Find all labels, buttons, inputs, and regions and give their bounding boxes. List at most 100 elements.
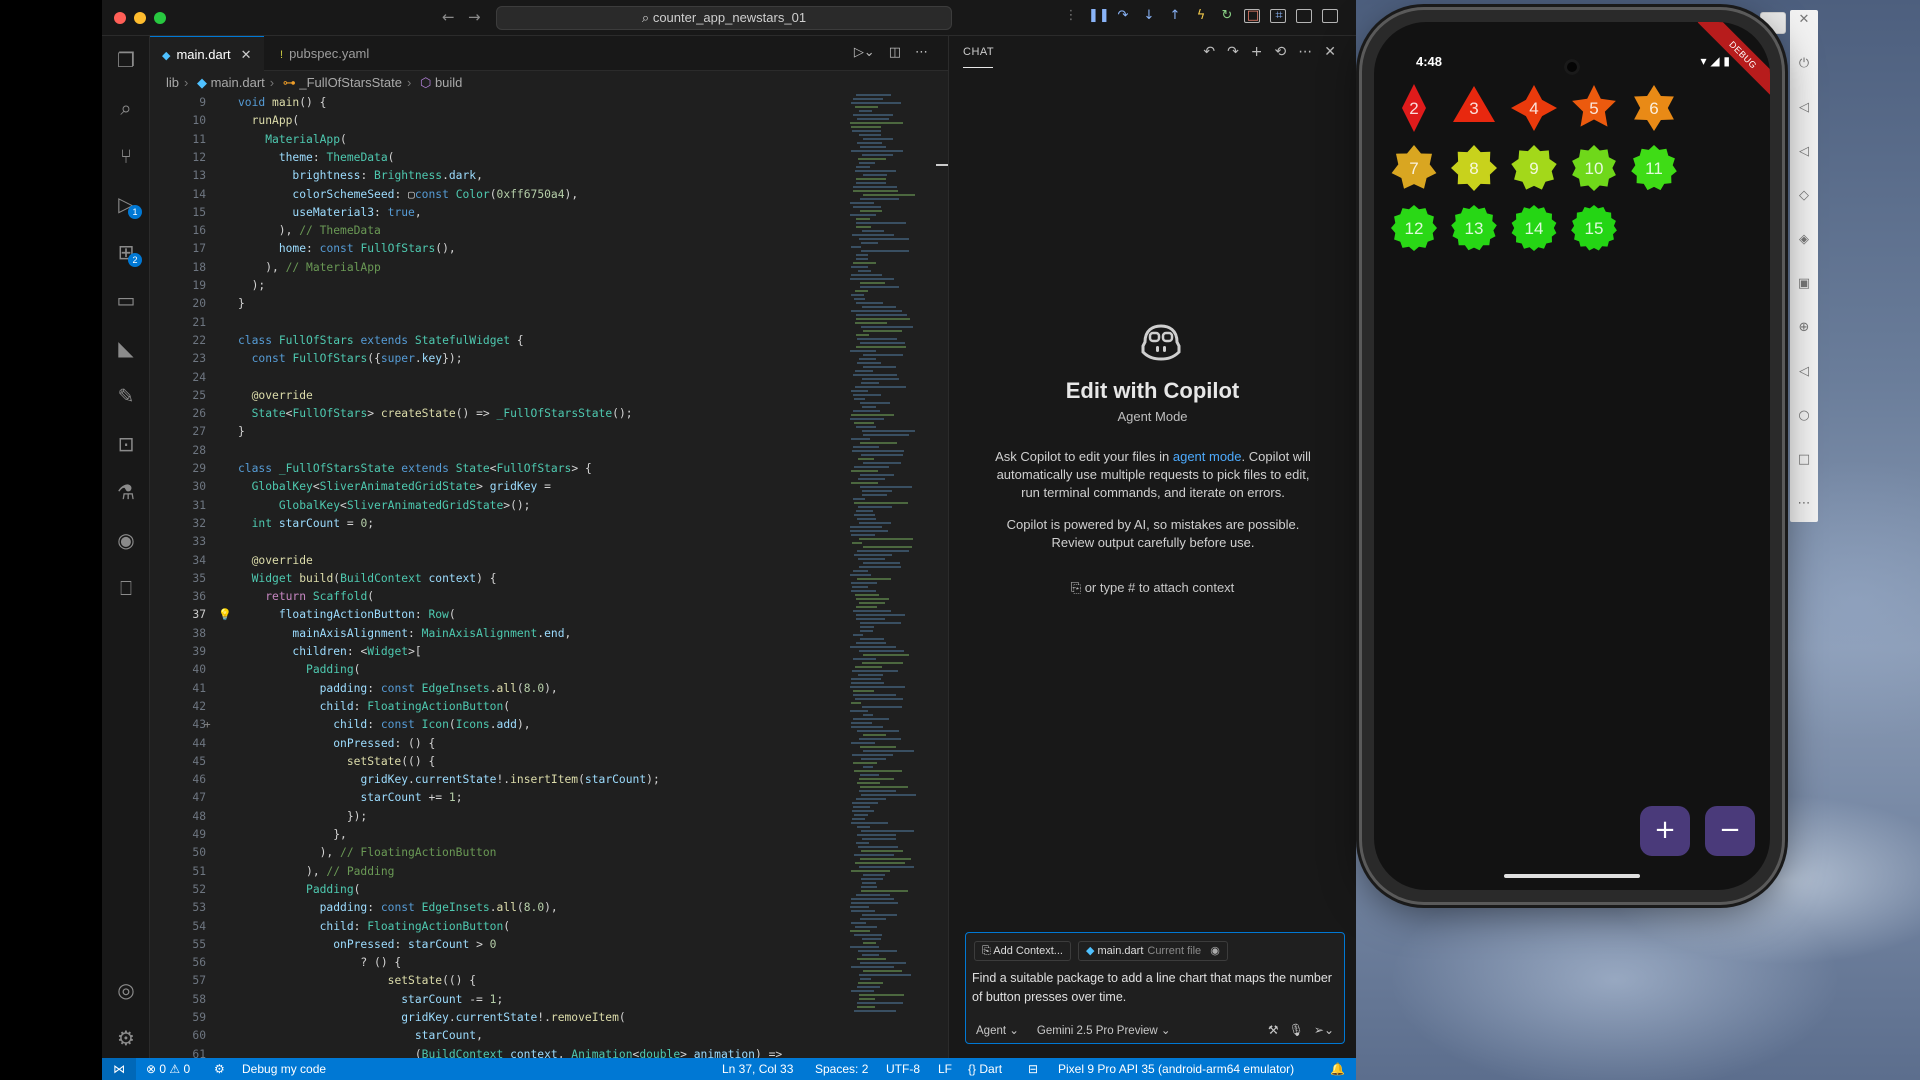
more-icon[interactable]: ⋯ <box>1298 44 1312 60</box>
code-line[interactable]: 29 class _FullOfStarsState extends State<… <box>150 460 850 478</box>
debug-icon[interactable]: ⚙ <box>214 1058 225 1080</box>
zoom-icon[interactable]: ⊕ <box>1796 320 1812 336</box>
new-chat-icon[interactable]: + <box>1251 44 1263 60</box>
code-line[interactable]: 23 const FullOfStars({super.key}); <box>150 350 850 368</box>
code-line[interactable]: 18 ), // MaterialApp <box>150 259 850 277</box>
home-icon[interactable]: ○ <box>1796 408 1812 424</box>
code-editor[interactable]: 9 void main() {10 runApp(11 MaterialApp(1… <box>150 94 850 1058</box>
run-debug-icon[interactable]: ▷ 1 <box>114 192 142 219</box>
source-control-icon[interactable]: ⑂ <box>114 144 138 168</box>
remote-icon[interactable]: ⋈ <box>102 1058 136 1080</box>
toggle-panel-icon[interactable] <box>1296 9 1312 23</box>
extensions-icon[interactable]: ⊞ 2 <box>114 240 142 267</box>
notifications-bell-icon[interactable]: 🔔 <box>1330 1058 1345 1080</box>
code-line[interactable]: 58 starCount -= 1; <box>150 991 850 1009</box>
command-center-search[interactable]: ⌕ counter_app_newstars_01 <box>496 6 952 30</box>
breadcrumb-class[interactable]: _FullOfStarsState <box>299 75 402 90</box>
device-selector[interactable]: Pixel 9 Pro API 35 (android-arm64 emulat… <box>1058 1058 1294 1080</box>
step-out-icon[interactable]: ↑ <box>1166 6 1184 26</box>
code-line[interactable]: 17 home: const FullOfStars(), <box>150 240 850 258</box>
breadcrumb-method[interactable]: build <box>435 75 462 90</box>
settings-gear-icon[interactable]: ⚙ <box>114 1026 138 1050</box>
code-line[interactable]: 39 children: <Widget>[ <box>150 643 850 661</box>
debug-status[interactable]: Debug my code <box>242 1058 326 1080</box>
edit-icon[interactable]: ✎ <box>114 384 138 408</box>
close-icon[interactable]: ✕ <box>241 47 252 62</box>
search-icon[interactable]: ⌕ <box>114 96 138 120</box>
code-line[interactable]: 60 starCount, <box>150 1027 850 1045</box>
explorer-icon[interactable]: ❐ <box>114 48 138 72</box>
code-line[interactable]: 9 void main() { <box>150 94 850 112</box>
code-line[interactable]: 55 onPressed: starCount > 0 <box>150 936 850 954</box>
code-line[interactable]: 49 }, <box>150 826 850 844</box>
agent-mode-link[interactable]: agent mode <box>1173 449 1242 464</box>
redo-icon[interactable]: ↷ <box>1227 44 1239 60</box>
code-line[interactable]: 44 onPressed: () { <box>150 735 850 753</box>
code-line[interactable]: 56 ? () { <box>150 954 850 972</box>
bookmark-icon[interactable]: ⎕ <box>114 576 138 600</box>
code-line[interactable]: 22 class FullOfStars extends StatefulWidg… <box>150 332 850 350</box>
code-line[interactable]: 27} <box>150 423 850 441</box>
code-line[interactable]: 45 setState(() { <box>150 753 850 771</box>
back-icon[interactable]: ◁ <box>1796 364 1812 380</box>
chat-input-box[interactable]: ⎘ Add Context... ◆ main.dart Current file… <box>965 932 1345 1044</box>
code-line[interactable]: 34 @override <box>150 552 850 570</box>
back-arrow-icon[interactable]: ← <box>442 8 455 26</box>
code-line[interactable]: 54 child: FloatingActionButton( <box>150 918 850 936</box>
code-line[interactable]: 11 MaterialApp( <box>150 131 850 149</box>
code-line[interactable]: 32 int starCount = 0; <box>150 515 850 533</box>
volume-up-icon[interactable]: ◁ <box>1796 100 1812 116</box>
code-line[interactable]: 31 GlobalKey<SliverAnimatedGridState>(); <box>150 497 850 515</box>
hot-reload-icon[interactable]: ϟ <box>1192 6 1210 26</box>
code-line[interactable]: 24 <box>150 369 850 387</box>
code-line[interactable]: 14 colorSchemeSeed: ▢const Color(0xff675… <box>150 186 850 204</box>
overview-icon[interactable]: □ <box>1796 452 1812 468</box>
forward-arrow-icon[interactable]: → <box>468 8 481 26</box>
code-line[interactable]: 25 @override <box>150 387 850 405</box>
eye-icon[interactable]: ◉ <box>1210 945 1220 957</box>
account-icon[interactable]: ◎ <box>114 978 138 1002</box>
home-indicator[interactable] <box>1504 874 1640 878</box>
code-line[interactable]: 57 setState(() { <box>150 972 850 990</box>
code-line[interactable]: 48 }); <box>150 808 850 826</box>
microphone-icon[interactable]: 🎙 <box>1289 1023 1304 1037</box>
code-line[interactable]: 37 💡 floatingActionButton: Row( <box>150 606 850 624</box>
testing-icon[interactable]: ⚗ <box>114 480 138 504</box>
lightbulb-icon[interactable]: 💡 <box>218 606 232 624</box>
code-line[interactable]: 42 child: FloatingActionButton( <box>150 698 850 716</box>
code-line[interactable]: 52 Padding( <box>150 881 850 899</box>
inspect-icon[interactable]: ⊡ <box>114 432 138 456</box>
code-line[interactable]: 47 starCount += 1; <box>150 789 850 807</box>
language-mode[interactable]: {} Dart <box>968 1058 1002 1080</box>
cursor-position[interactable]: Ln 37, Col 33 <box>722 1058 793 1080</box>
close-icon[interactable]: ✕ <box>1796 12 1812 28</box>
flutter-icon[interactable]: ◣ <box>114 336 138 360</box>
more-actions-icon[interactable]: ⋯ <box>915 45 928 60</box>
code-line[interactable]: 36 return Scaffold( <box>150 588 850 606</box>
current-file-chip[interactable]: ◆ main.dart Current file ◉ <box>1078 941 1228 961</box>
more-icon[interactable]: ⋯ <box>1796 496 1812 512</box>
window-minimize-button[interactable] <box>134 12 146 24</box>
window-maximize-button[interactable] <box>154 12 166 24</box>
restart-icon[interactable]: ↻ <box>1218 6 1236 26</box>
breadcrumb-folder[interactable]: lib <box>166 75 179 90</box>
undo-icon[interactable]: ↶ <box>1203 44 1215 60</box>
end-of-line[interactable]: LF <box>938 1058 952 1080</box>
encoding[interactable]: UTF-8 <box>886 1058 920 1080</box>
code-line[interactable]: 51 ), // Padding <box>150 863 850 881</box>
toggle-sidebar-icon[interactable] <box>1270 9 1286 23</box>
mode-picker[interactable]: Agent ⌄ <box>976 1023 1019 1037</box>
code-line[interactable]: 28 <box>150 442 850 460</box>
code-line[interactable]: 16 ), // ThemeData <box>150 222 850 240</box>
power-icon[interactable]: ⏻ <box>1796 56 1812 72</box>
code-line[interactable]: 30 GlobalKey<SliverAnimatedGridState> gr… <box>150 478 850 496</box>
github-icon[interactable]: ◉ <box>114 528 138 552</box>
code-line[interactable]: 35 Widget build(BuildContext context) { <box>150 570 850 588</box>
pause-icon[interactable]: ❚❚ <box>1088 6 1110 26</box>
code-line[interactable]: 59 gridKey.currentState!.removeItem( <box>150 1009 850 1027</box>
code-line[interactable]: 61 (BuildContext context, Animation<doub… <box>150 1046 850 1058</box>
problems-indicator[interactable]: ⊗ 0 ⚠ 0 <box>146 1058 190 1080</box>
tab-main-dart[interactable]: ◆ main.dart ✕ <box>150 36 264 71</box>
remote-explorer-icon[interactable]: ▭ <box>114 288 138 312</box>
remove-fab-button[interactable]: − <box>1705 806 1755 856</box>
